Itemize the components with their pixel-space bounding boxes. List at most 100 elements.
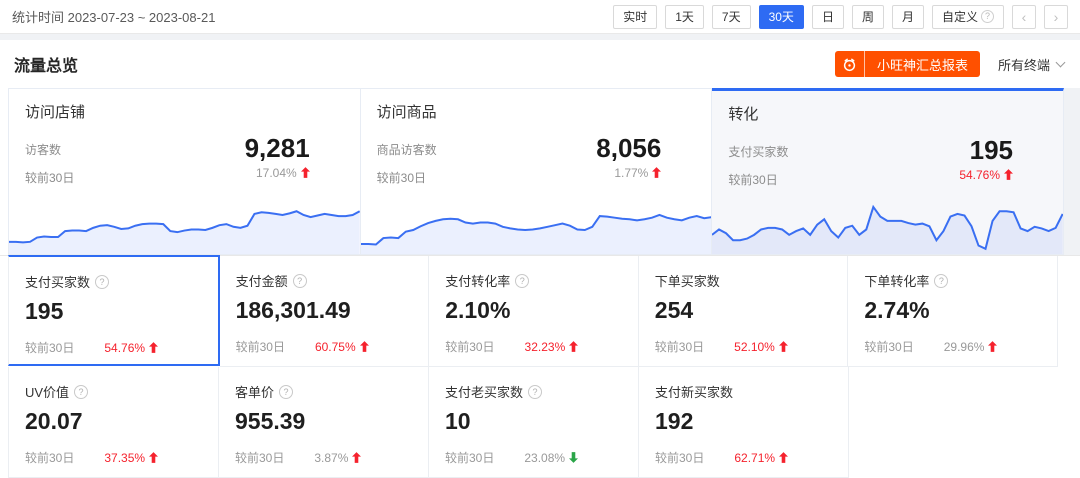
- trend-arrow-icon: [1004, 169, 1013, 180]
- card-title: 访问商品: [377, 101, 712, 122]
- metric-cell-payment-conversion[interactable]: 支付转化率 ? 2.10% 较前30日 32.23%: [429, 256, 639, 367]
- change-percent: 17.04%: [256, 166, 297, 180]
- help-icon: ?: [95, 275, 109, 289]
- range-month-button[interactable]: 月: [892, 5, 924, 29]
- metric-label: UV价值: [25, 382, 69, 401]
- metric-label: 下单转化率: [864, 271, 929, 290]
- metric-label-row: 支付老买家数 ?: [445, 382, 622, 401]
- range-7day-button[interactable]: 7天: [712, 5, 751, 29]
- next-range-button[interactable]: ›: [1044, 5, 1068, 29]
- card-labels: 支付买家数 较前30日: [728, 136, 788, 188]
- metric-value: 20.07: [25, 408, 202, 435]
- metric-label-row: 支付新买家数 ?: [655, 382, 832, 401]
- metric-compare-row: 较前30日 54.76%: [25, 339, 202, 356]
- page-title: 流量总览: [14, 52, 78, 76]
- range-30day-button[interactable]: 30天: [759, 5, 804, 29]
- compare-label: 较前30日: [655, 449, 704, 466]
- metrics-row-1: 支付买家数 ? 195 较前30日 54.76% 支付金额 ? 186,301.…: [8, 256, 1058, 367]
- range-week-button[interactable]: 周: [852, 5, 884, 29]
- metric-label: 支付老买家数: [445, 382, 523, 401]
- metric-label-row: 支付金额 ?: [236, 271, 413, 290]
- card-shop-visits[interactable]: 访问店铺 访客数 较前30日 9,281 17.04%: [8, 88, 361, 255]
- trend-indicator: 52.10%: [734, 340, 788, 354]
- metric-label-row: 支付转化率 ?: [445, 271, 622, 290]
- metric-value: 192: [655, 408, 832, 435]
- change-percent: 3.87%: [314, 451, 348, 465]
- help-icon: ?: [528, 385, 542, 399]
- trend-arrow-icon: [301, 167, 310, 178]
- trend-arrow-icon: [569, 452, 578, 463]
- prev-range-button[interactable]: ‹: [1012, 5, 1036, 29]
- trend-indicator: 60.75%: [315, 340, 369, 354]
- trend-indicator: 62.71%: [734, 451, 788, 465]
- trend-arrow-icon: [569, 341, 578, 352]
- help-icon: ?: [934, 274, 948, 288]
- metric-value: 2.10%: [445, 297, 622, 324]
- trend-arrow-icon: [779, 341, 788, 352]
- metric-cell-order-conversion[interactable]: 下单转化率 ? 2.74% 较前30日 29.96%: [848, 256, 1058, 367]
- trend-indicator: 23.08%: [524, 451, 578, 465]
- compare-label: 较前30日: [445, 338, 494, 355]
- page-background-gutter: [1064, 88, 1080, 255]
- metrics-row-2: UV价值 ? 20.07 较前30日 37.35% 客单价 ? 955.39 较…: [8, 367, 1058, 478]
- range-day-button[interactable]: 日: [812, 5, 844, 29]
- metric-value: 195: [25, 298, 202, 325]
- metric-compare-row: 较前30日 62.71%: [655, 449, 832, 466]
- metric-cell-payment-amount[interactable]: 支付金额 ? 186,301.49 较前30日 60.75%: [220, 256, 430, 367]
- change-percent: 54.76%: [959, 168, 1000, 182]
- metric-value: 8,056: [596, 134, 661, 163]
- metric-label: 支付买家数: [25, 272, 90, 291]
- trend-indicator: 32.23%: [525, 340, 579, 354]
- metric-cell-avg-order-value[interactable]: 客单价 ? 955.39 较前30日 3.87%: [219, 367, 429, 478]
- metric-label: 支付买家数: [728, 143, 788, 160]
- section-header: 流量总览 小旺神汇总报表 所有终端: [0, 40, 1080, 88]
- range-1day-button[interactable]: 1天: [665, 5, 704, 29]
- sparkline-chart: [9, 196, 360, 254]
- change-percent: 62.71%: [734, 451, 775, 465]
- compare-label: 较前30日: [655, 338, 704, 355]
- change-percent: 23.08%: [524, 451, 565, 465]
- help-icon: ?: [279, 385, 293, 399]
- trend-indicator: 54.76%: [104, 341, 158, 355]
- topbar: 统计时间 2023-07-23 ~ 2023-08-21 实时 1天 7天 30…: [0, 0, 1080, 34]
- card-body: 支付买家数 较前30日 195 54.76%: [728, 136, 1063, 188]
- card-labels: 商品访客数 较前30日: [377, 134, 437, 186]
- metric-label: 支付转化率: [445, 271, 510, 290]
- metric-value: 10: [445, 408, 622, 435]
- change-percent: 1.77%: [614, 166, 648, 180]
- trend-arrow-icon: [360, 341, 369, 352]
- metric-cell-uv-value[interactable]: UV价值 ? 20.07 较前30日 37.35%: [8, 367, 219, 478]
- chevron-down-icon: [1056, 57, 1066, 67]
- metric-cell-returning-buyers[interactable]: 支付老买家数 ? 10 较前30日 23.08%: [429, 367, 639, 478]
- metric-label-row: UV价值 ?: [25, 382, 202, 401]
- empty-grid-slot: [849, 367, 1058, 478]
- range-realtime-button[interactable]: 实时: [613, 5, 657, 29]
- trend-arrow-icon: [988, 341, 997, 352]
- metric-value: 195: [959, 136, 1013, 165]
- metric-cell-paid-buyers[interactable]: 支付买家数 ? 195 较前30日 54.76%: [8, 255, 220, 366]
- metric-compare-row: 较前30日 52.10%: [655, 338, 832, 355]
- compare-label: 较前30日: [864, 338, 913, 355]
- card-product-visits[interactable]: 访问商品 商品访客数 较前30日 8,056 1.77%: [361, 88, 713, 255]
- card-conversion[interactable]: 转化 支付买家数 较前30日 195 54.76%: [712, 88, 1064, 255]
- help-icon: ?: [981, 10, 994, 23]
- range-custom-button[interactable]: 自定义 ?: [932, 5, 1004, 29]
- compare-label: 较前30日: [25, 449, 74, 466]
- compare-label: 较前30日: [235, 449, 284, 466]
- card-values: 195 54.76%: [959, 136, 1063, 188]
- overview-cards: 访问店铺 访客数 较前30日 9,281 17.04% 访问商品: [0, 88, 1080, 255]
- terminal-selector[interactable]: 所有终端: [998, 55, 1064, 74]
- card-body: 访客数 较前30日 9,281 17.04%: [25, 134, 360, 186]
- compare-label: 较前30日: [25, 339, 74, 356]
- trend-indicator: 17.04%: [245, 166, 310, 180]
- metric-cell-order-buyers[interactable]: 下单买家数 ? 254 较前30日 52.10%: [639, 256, 849, 367]
- help-icon: ?: [293, 274, 307, 288]
- metric-compare-row: 较前30日 37.35%: [25, 449, 202, 466]
- metric-label: 客单价: [235, 382, 274, 401]
- help-icon: ?: [515, 274, 529, 288]
- summary-report-button[interactable]: 小旺神汇总报表: [835, 51, 980, 77]
- card-title: 访问店铺: [25, 101, 360, 122]
- metric-label: 下单买家数: [655, 271, 720, 290]
- metric-cell-new-buyers[interactable]: 支付新买家数 ? 192 较前30日 62.71%: [639, 367, 849, 478]
- sparkline-chart: [712, 196, 1063, 254]
